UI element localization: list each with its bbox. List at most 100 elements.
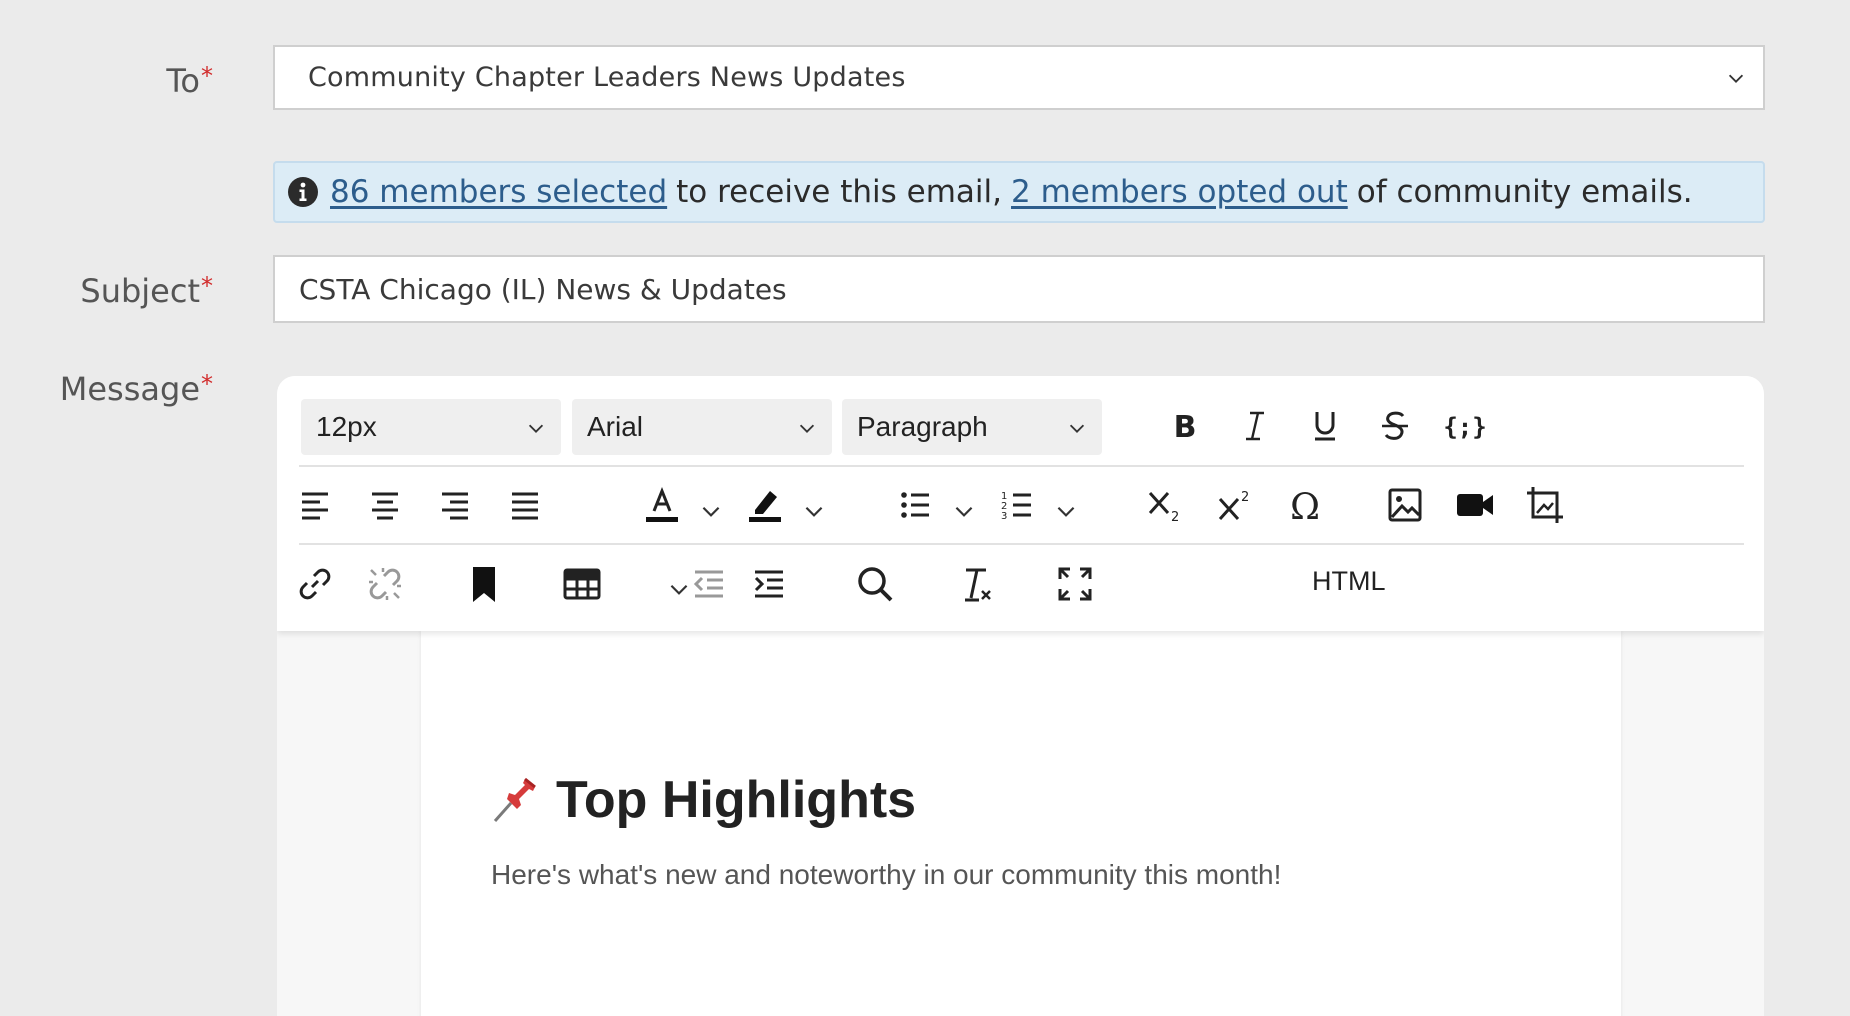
text-color-icon bbox=[646, 486, 678, 522]
block-format-value: Paragraph bbox=[857, 411, 988, 442]
svg-text:2: 2 bbox=[1171, 510, 1179, 525]
to-label: To* bbox=[166, 62, 213, 100]
chevron-down-icon[interactable] bbox=[801, 498, 827, 524]
unlink-button[interactable] bbox=[363, 562, 407, 606]
font-family-value: Arial bbox=[587, 411, 644, 442]
editor-toolbar: 12px Arial Paragraph B {;} 1 2 3 2 2 Ω H… bbox=[277, 376, 1764, 631]
image-crop-button[interactable] bbox=[1523, 483, 1567, 527]
code-braces-icon: {;} bbox=[1443, 413, 1486, 441]
recipient-list-value: Community Chapter Leaders News Updates bbox=[308, 62, 906, 93]
outdent-button[interactable] bbox=[687, 562, 731, 606]
toolbar-separator bbox=[299, 465, 1744, 467]
italic-button[interactable] bbox=[1233, 404, 1277, 448]
svg-text:Ω: Ω bbox=[1290, 487, 1320, 527]
numbered-list-button[interactable]: 123 bbox=[995, 483, 1039, 527]
message-label: Message* bbox=[60, 370, 213, 408]
pushpin-icon bbox=[493, 777, 536, 822]
insert-table-button[interactable] bbox=[560, 562, 604, 606]
recipient-list-select[interactable]: Community Chapter Leaders News Updates bbox=[273, 45, 1765, 110]
indent-button[interactable] bbox=[747, 562, 791, 606]
clear-formatting-button[interactable] bbox=[953, 562, 997, 606]
align-left-button[interactable] bbox=[293, 483, 337, 527]
outdent-icon bbox=[693, 570, 723, 598]
special-character-button[interactable]: Ω bbox=[1283, 483, 1327, 527]
highlight-color-button[interactable] bbox=[743, 483, 787, 527]
subject-value: CSTA Chicago (IL) News & Updates bbox=[299, 272, 787, 306]
insert-link-icon bbox=[299, 568, 331, 600]
insert-image-icon bbox=[1388, 488, 1422, 522]
chevron-down-icon bbox=[1069, 424, 1085, 433]
chevron-down-icon bbox=[1728, 74, 1744, 83]
content-paragraph: Here's what's new and noteworthy in our … bbox=[491, 859, 1282, 890]
editor-canvas: Top Highlights Here's what's new and not… bbox=[277, 631, 1764, 1016]
info-end-text: of community emails. bbox=[1356, 174, 1693, 210]
special-character-icon: Ω bbox=[1290, 487, 1320, 527]
chevron-down-icon[interactable] bbox=[1053, 498, 1079, 524]
clear-formatting-icon bbox=[965, 568, 991, 602]
strikethrough-button[interactable] bbox=[1373, 404, 1417, 448]
search-button[interactable] bbox=[853, 562, 897, 606]
search-icon bbox=[858, 567, 893, 602]
align-right-button[interactable] bbox=[433, 483, 477, 527]
recipients-info-banner: 86 members selected to receive this emai… bbox=[273, 161, 1765, 223]
content-heading: Top Highlights bbox=[556, 771, 917, 829]
bookmark-button[interactable] bbox=[462, 562, 506, 606]
html-view-button[interactable]: HTML bbox=[1312, 566, 1386, 597]
subject-input[interactable]: CSTA Chicago (IL) News & Updates bbox=[273, 255, 1765, 323]
to-label-text: To bbox=[166, 62, 200, 100]
subscript-button[interactable]: 2 bbox=[1143, 483, 1187, 527]
insert-table-icon bbox=[563, 568, 601, 600]
message-label-text: Message bbox=[59, 370, 200, 408]
message-editor[interactable]: 12px Arial Paragraph B {;} 1 2 3 2 2 Ω H… bbox=[277, 376, 1764, 1016]
italic-icon bbox=[1246, 411, 1264, 441]
insert-video-icon bbox=[1457, 494, 1493, 516]
text-color-button[interactable] bbox=[640, 483, 684, 527]
insert-video-button[interactable] bbox=[1453, 483, 1497, 527]
numbered-list-icon: 123 bbox=[1001, 491, 1031, 522]
fullscreen-button[interactable] bbox=[1053, 562, 1097, 606]
chevron-down-icon[interactable] bbox=[698, 498, 724, 524]
subscript-icon: 2 bbox=[1148, 491, 1179, 525]
toolbar-separator bbox=[299, 543, 1744, 545]
font-size-value: 12px bbox=[316, 411, 377, 442]
align-right-icon bbox=[442, 492, 468, 520]
superscript-icon: 2 bbox=[1218, 490, 1249, 521]
highlight-color-icon bbox=[749, 491, 781, 522]
members-selected-link[interactable]: 86 members selected bbox=[330, 174, 667, 210]
bookmark-icon bbox=[473, 567, 495, 602]
block-format-select[interactable]: Paragraph bbox=[842, 399, 1102, 455]
image-crop-icon bbox=[1527, 487, 1563, 523]
align-left-icon bbox=[302, 492, 328, 520]
svg-text:B: B bbox=[1174, 410, 1197, 445]
members-opted-out-link[interactable]: 2 members opted out bbox=[1011, 174, 1348, 210]
svg-text:2: 2 bbox=[1241, 490, 1249, 505]
insert-image-button[interactable] bbox=[1383, 483, 1427, 527]
email-content-area[interactable]: Top Highlights Here's what's new and not… bbox=[421, 631, 1621, 1016]
align-center-button[interactable] bbox=[363, 483, 407, 527]
insert-link-button[interactable] bbox=[293, 562, 337, 606]
chevron-down-icon[interactable] bbox=[951, 498, 977, 524]
code-button[interactable]: {;} bbox=[1443, 404, 1487, 448]
bold-button[interactable]: B bbox=[1163, 404, 1207, 448]
strikethrough-icon bbox=[1382, 411, 1408, 440]
required-marker: * bbox=[201, 62, 213, 90]
bullet-list-icon bbox=[901, 492, 929, 518]
bold-icon: B bbox=[1174, 410, 1197, 445]
underline-button[interactable] bbox=[1303, 404, 1347, 448]
info-icon bbox=[288, 177, 318, 207]
fullscreen-icon bbox=[1058, 567, 1092, 601]
subject-label: Subject* bbox=[80, 272, 213, 310]
chevron-down-icon bbox=[528, 424, 544, 433]
align-justify-icon bbox=[512, 492, 538, 520]
font-size-select[interactable]: 12px bbox=[301, 399, 561, 455]
subject-label-text: Subject bbox=[80, 272, 200, 310]
underline-icon bbox=[1315, 412, 1335, 441]
superscript-button[interactable]: 2 bbox=[1213, 483, 1257, 527]
svg-text:{;}: {;} bbox=[1443, 413, 1486, 441]
required-marker: * bbox=[201, 370, 213, 398]
unlink-icon bbox=[369, 568, 401, 600]
align-justify-button[interactable] bbox=[503, 483, 547, 527]
font-family-select[interactable]: Arial bbox=[572, 399, 832, 455]
bullet-list-button[interactable] bbox=[893, 483, 937, 527]
info-middle-text: to receive this email, bbox=[676, 174, 1003, 210]
